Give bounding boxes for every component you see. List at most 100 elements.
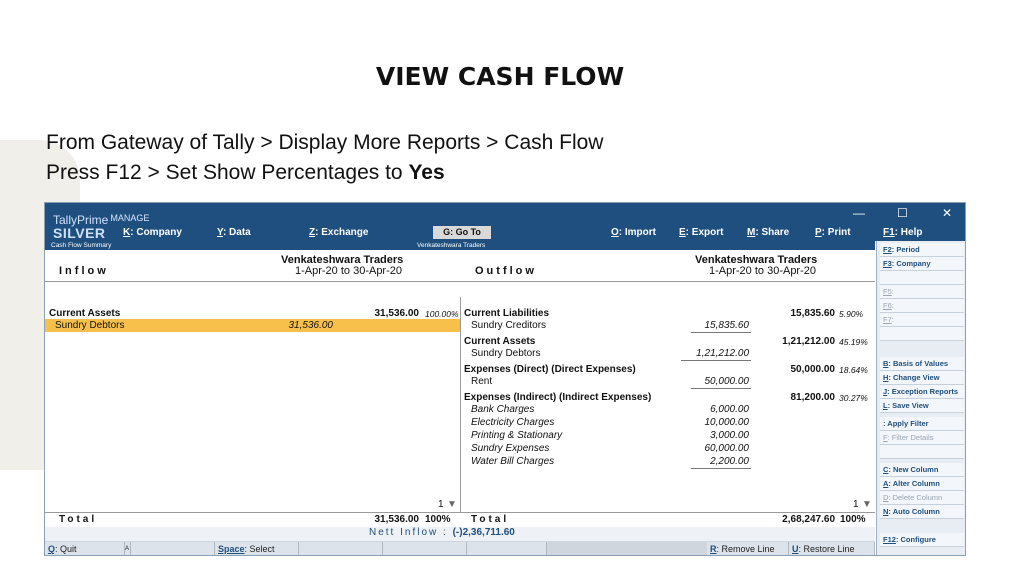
menu-data[interactable]: Y: Data [217,227,251,238]
side-key[interactable]: B: Basis of Values [880,357,964,371]
side-key-label: : [891,301,894,310]
side-key[interactable]: C: New Column [880,463,964,477]
outflow-group-name[interactable]: Current Assets [464,336,535,347]
menu-import[interactable]: O: Import [611,227,656,238]
nett-inflow-value: (-)2,36,711.60 [452,527,515,538]
scroll-down-icon[interactable]: ▼ [447,499,457,510]
side-key[interactable]: F7: [880,313,964,327]
bottom-key-empty[interactable] [467,542,547,555]
outflow-page-number: 1 [853,499,859,510]
outflow-item-name[interactable]: Sundry Creditors [471,320,546,331]
item-underline [691,388,751,389]
scroll-down-icon[interactable]: ▼ [862,499,872,510]
goto-button[interactable]: G: Go To [433,226,491,239]
side-key-label: : Filter Details [887,433,934,442]
minimize-icon[interactable]: — [853,206,865,220]
report-company: Venkateshwara Traders [417,242,486,249]
side-key[interactable]: F12: Configure [880,533,964,547]
side-key[interactable]: D: Delete Column [880,491,964,505]
side-key[interactable]: F5: [880,285,964,299]
side-key[interactable]: J: Exception Reports [880,385,964,399]
item-underline [691,332,751,333]
side-key[interactable]: F6: [880,299,964,313]
remove-line-button[interactable]: R: Remove Line [707,542,789,555]
outflow-group-pct: 45.19% [839,337,868,347]
quit-button[interactable]: Q: Quit [45,542,125,555]
instruction-line-2: Press F12 > Set Show Percentages to Yes [46,158,603,188]
outflow-item-name[interactable]: Sundry Expenses [471,443,549,454]
report-content: Inflow Venkateshwara Traders 1-Apr-20 to… [45,251,875,555]
side-key[interactable] [880,327,964,341]
side-key-shortcut: F7 [883,315,892,324]
outflow-item-name[interactable]: Bank Charges [471,404,534,415]
menu-export[interactable]: E: Export [679,227,723,238]
nett-inflow: Nett Inflow : (-)2,36,711.60 [369,527,515,538]
maximize-icon[interactable]: ☐ [897,206,908,220]
outflow-item-name[interactable]: Rent [471,376,492,387]
side-key-label: : [891,287,894,296]
bottom-bar: Q: Quit A Space: Select R: Remove Line U… [45,541,875,555]
report-name: Cash Flow Summary [51,242,112,249]
side-key[interactable] [880,271,964,285]
side-key-shortcut: F2 [883,245,892,254]
outflow-group-pct: 18.64% [839,365,868,375]
total-rule [45,512,875,513]
outflow-item-name[interactable]: Sundry Debtors [471,348,540,359]
select-button[interactable]: Space: Select [215,542,299,555]
side-key-label: : New Column [888,465,939,474]
side-key[interactable]: F3: Company [880,257,964,271]
restore-line-button[interactable]: U: Restore Line [789,542,875,555]
menu-help[interactable]: F1: Help [883,227,922,238]
outflow-period: 1-Apr-20 to 30-Apr-20 [709,265,816,277]
side-key-label: : Configure [895,535,936,544]
side-key-label: : Apply Filter [883,419,929,428]
instruction-line-2-text: Press F12 > Set Show Percentages to [46,161,409,184]
bottom-key-empty[interactable] [383,542,467,555]
outflow-total-amount: 2,68,247.60 [782,514,835,525]
menu-print[interactable]: P: Print [815,227,851,238]
side-key[interactable]: A: Alter Column [880,477,964,491]
side-key[interactable]: F2: Period [880,243,964,257]
inflow-item-name[interactable]: Sundry Debtors [55,320,124,331]
outflow-group-name[interactable]: Expenses (Indirect) (Indirect Expenses) [464,392,651,403]
outflow-item-amount: 2,200.00 [710,456,749,467]
side-key-shortcut: F12 [883,535,896,544]
outflow-group-name[interactable]: Current Liabilities [464,308,549,319]
header-rule [45,281,875,282]
close-icon[interactable]: ✕ [942,206,952,220]
outflow-item-name[interactable]: Water Bill Charges [471,456,554,467]
side-key-label: : Alter Column [888,479,940,488]
outflow-item-amount: 50,000.00 [704,376,750,387]
side-key[interactable]: H: Change View [880,371,964,385]
side-key-shortcut: F3 [883,259,892,268]
inflow-page-number: 1 [438,499,444,510]
side-key-label: : Period [891,245,920,254]
side-key[interactable]: : Apply Filter [880,417,964,431]
inflow-total-pct: 100% [425,514,451,525]
outflow-item-amount: 3,000.00 [710,430,749,441]
nett-inflow-label: Nett Inflow : [369,527,448,538]
side-key[interactable]: F: Filter Details [880,431,964,445]
bottom-key-empty[interactable] [299,542,383,555]
outflow-item-name[interactable]: Printing & Stationary [471,430,562,441]
menu-exchange[interactable]: Z: Exchange [309,227,368,238]
top-bar: TallyPrime MANAGE SILVER K: Company Y: Da… [45,203,965,241]
bottom-key-empty[interactable] [131,542,215,555]
inflow-period: 1-Apr-20 to 30-Apr-20 [295,265,402,277]
outflow-heading: Outflow [475,265,537,277]
side-key[interactable]: N: Auto Column [880,505,964,519]
menu-share[interactable]: M: Share [747,227,789,238]
instruction-line-1: From Gateway of Tally > Display More Rep… [46,131,604,154]
inflow-item-amount: 31,536.00 [288,320,334,331]
outflow-item-amount: 6,000.00 [710,404,749,415]
outflow-group-name[interactable]: Expenses (Direct) (Direct Expenses) [464,364,636,375]
outflow-item-name[interactable]: Electricity Charges [471,417,554,428]
inflow-heading: Inflow [59,265,109,277]
menu-company[interactable]: K: Company [123,227,182,238]
side-key[interactable] [880,445,964,459]
logo-manage: MANAGE [110,213,150,223]
side-key[interactable]: L: Save View [880,399,964,413]
side-key-label: : Basis of Values [888,359,949,368]
side-key-label: : [891,315,894,324]
inflow-group-name[interactable]: Current Assets [49,308,120,319]
